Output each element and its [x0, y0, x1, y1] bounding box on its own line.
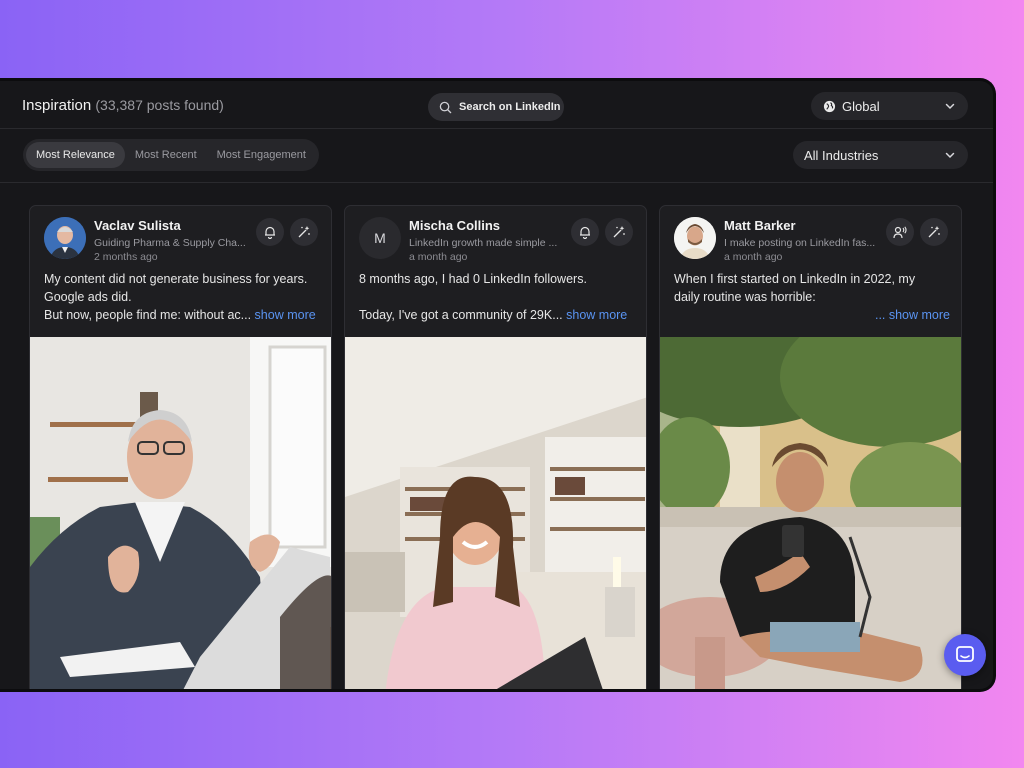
notify-button[interactable]: [571, 218, 599, 246]
region-select[interactable]: Global: [811, 92, 968, 120]
avatar-initial: M: [374, 230, 386, 246]
post-card[interactable]: M Mischa Collins LinkedIn growth made si…: [344, 205, 647, 689]
sort-tabs: Most Relevance Most Recent Most Engageme…: [23, 139, 319, 171]
author-headline: LinkedIn growth made simple ...: [409, 237, 558, 249]
avatar[interactable]: [674, 217, 716, 259]
author-headline: I make posting on LinkedIn fas...: [724, 237, 876, 249]
post-line: Today, I've got a community of 29K... sh…: [359, 306, 635, 324]
show-more-link[interactable]: ... show more: [875, 308, 950, 322]
post-text: 8 months ago, I had 0 LinkedIn followers…: [359, 270, 635, 324]
sparkle-icon: [613, 226, 625, 238]
post-header: Vaclav Sulista Guiding Pharma & Supply C…: [30, 206, 331, 266]
notify-button[interactable]: [256, 218, 284, 246]
top-bar: Inspiration (33,387 posts found) Search …: [0, 81, 993, 129]
sparkle-icon: [928, 226, 940, 238]
chevron-down-icon: [945, 103, 955, 110]
chat-icon: [956, 646, 974, 662]
page-title: Inspiration (33,387 posts found): [22, 97, 224, 114]
industry-label: All Industries: [804, 147, 879, 163]
post-text: When I first started on LinkedIn in 2022…: [674, 270, 950, 324]
search-linkedin-button[interactable]: Search on LinkedIn: [428, 93, 564, 121]
ai-rewrite-button[interactable]: [920, 218, 948, 246]
post-time: a month ago: [409, 251, 468, 263]
post-count: (33,387 posts found): [95, 97, 224, 113]
post-line: When I first started on LinkedIn in 2022…: [674, 272, 916, 286]
filter-bar: Most Relevance Most Recent Most Engageme…: [0, 129, 993, 183]
post-image[interactable]: [345, 337, 646, 689]
post-line: [359, 288, 635, 306]
author-name[interactable]: Mischa Collins: [409, 218, 500, 233]
post-line: Google ads did.: [44, 290, 132, 304]
globe-icon: [823, 100, 836, 112]
post-line: ... show more: [674, 306, 950, 324]
post-time: a month ago: [724, 251, 783, 263]
ai-rewrite-button[interactable]: [605, 218, 633, 246]
post-line: But now, people find me: without ac... s…: [44, 306, 320, 324]
post-text: My content did not generate business for…: [44, 270, 320, 324]
author-name[interactable]: Matt Barker: [724, 218, 796, 233]
tab-most-engagement[interactable]: Most Engagement: [207, 142, 316, 168]
show-more-link[interactable]: show more: [563, 308, 627, 322]
region-label: Global: [842, 98, 880, 114]
tab-most-recent[interactable]: Most Recent: [125, 142, 207, 168]
ai-rewrite-button[interactable]: [290, 218, 318, 246]
post-time: 2 months ago: [94, 251, 158, 263]
post-header: M Mischa Collins LinkedIn growth made si…: [345, 206, 646, 266]
post-line: 8 months ago, I had 0 LinkedIn followers…: [359, 272, 587, 286]
post-line-text: Today, I've got a community of 29K...: [359, 308, 563, 322]
chat-button[interactable]: [944, 634, 986, 676]
post-header: Matt Barker I make posting on LinkedIn f…: [660, 206, 961, 266]
post-line: daily routine was horrible:: [674, 290, 816, 304]
post-card[interactable]: Vaclav Sulista Guiding Pharma & Supply C…: [29, 205, 332, 689]
voice-button[interactable]: [886, 218, 914, 246]
avatar[interactable]: [44, 217, 86, 259]
post-line: My content did not generate business for…: [44, 272, 308, 286]
chevron-down-icon: [945, 152, 955, 159]
bell-icon: [265, 226, 275, 239]
search-icon: [439, 101, 452, 113]
sparkle-icon: [298, 226, 310, 238]
avatar[interactable]: M: [359, 217, 401, 259]
post-line-text: But now, people find me: without ac...: [44, 308, 252, 322]
author-headline: Guiding Pharma & Supply Cha...: [94, 237, 246, 249]
page-title-text: Inspiration: [22, 97, 92, 114]
industry-select[interactable]: All Industries: [793, 141, 968, 169]
bell-icon: [580, 226, 590, 239]
post-card[interactable]: Matt Barker I make posting on LinkedIn f…: [659, 205, 962, 689]
post-image[interactable]: [30, 337, 331, 689]
app-window: Inspiration (33,387 posts found) Search …: [0, 78, 996, 692]
tab-most-relevance[interactable]: Most Relevance: [26, 142, 125, 168]
search-linkedin-label: Search on LinkedIn: [459, 101, 561, 113]
person-voice-icon: [893, 226, 907, 239]
post-image[interactable]: [660, 337, 961, 689]
author-name[interactable]: Vaclav Sulista: [94, 218, 181, 233]
show-more-link[interactable]: show more: [251, 308, 316, 322]
